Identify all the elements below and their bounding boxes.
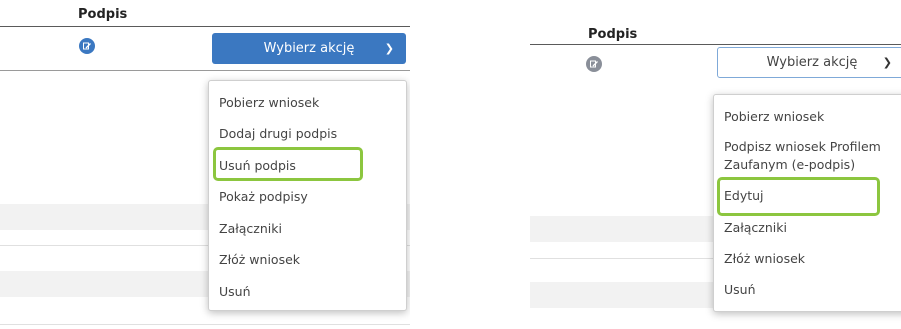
choose-action-button[interactable]: Wybierz akcję ❯ [717,47,901,78]
action-dropdown-menu: Pobierz wniosek Dodaj drugi podpis Usuń … [208,80,407,311]
menu-item-download-application[interactable]: Pobierz wniosek [219,94,319,111]
menu-item-delete[interactable]: Usuń [724,281,756,298]
menu-item-add-second-signature[interactable]: Dodaj drugi podpis [219,125,337,142]
menu-item-sign-trusted-profile[interactable]: Podpisz wniosek Profilem [724,138,881,155]
column-header-podpis: Podpis [588,27,638,42]
header-divider [530,44,901,45]
choose-action-label: Wybierz akcję [263,41,355,56]
pencil-icon [83,42,91,50]
highlight-box [717,177,880,216]
row-divider [0,70,410,71]
signature-edit-icon[interactable] [79,38,95,54]
header-divider [0,26,410,27]
choose-action-button[interactable]: Wybierz akcję ❯ [212,33,406,64]
left-panel: Podpis Wybierz akcję ❯ Pobierz wniosek D… [0,0,410,329]
right-panel: Podpis Wybierz akcję ❯ Pobierz wniosek P… [530,0,901,329]
row-separator [0,324,410,325]
menu-item-submit-application[interactable]: Złóż wniosek [219,251,300,268]
menu-item-submit-application[interactable]: Złóż wniosek [724,250,805,267]
column-header-podpis: Podpis [78,7,128,22]
chevron-down-icon: ❯ [384,41,394,55]
menu-item-sign-trusted-profile-cont[interactable]: Zaufanym (e-podpis) [724,156,855,173]
menu-item-download-application[interactable]: Pobierz wniosek [724,108,824,125]
signature-edit-icon[interactable] [586,56,602,72]
menu-item-attachments[interactable]: Załączniki [219,220,282,237]
choose-action-label: Wybierz akcję [766,55,858,70]
menu-item-show-signatures[interactable]: Pokaż podpisy [219,188,308,205]
menu-item-attachments[interactable]: Załączniki [724,219,787,236]
highlight-box [213,147,363,181]
pencil-icon [590,60,598,68]
menu-item-delete[interactable]: Usuń [219,283,251,300]
chevron-down-icon: ❯ [882,55,892,69]
